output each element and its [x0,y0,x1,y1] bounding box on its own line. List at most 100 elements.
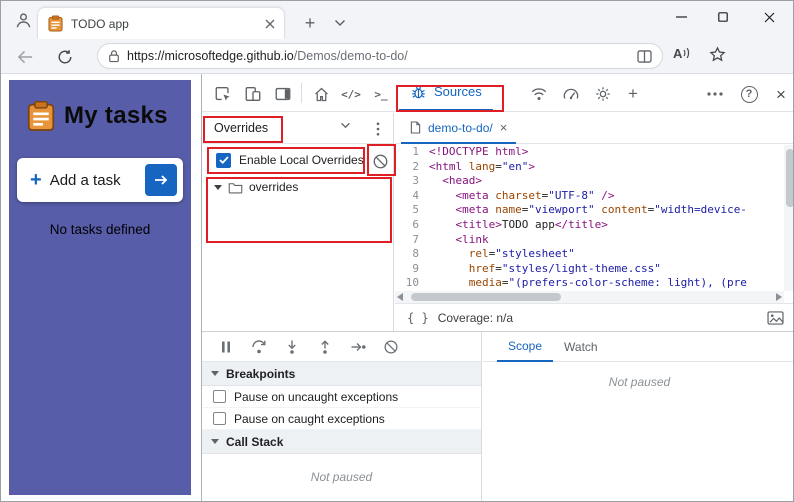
line-number[interactable]: 6 [395,218,429,233]
performance-icon[interactable] [558,81,584,107]
help-icon[interactable]: ? [736,81,762,107]
line-number[interactable]: 4 [395,189,429,204]
vertical-scroll-thumb[interactable] [786,149,793,207]
tasks-panel: My tasks + Add a task No tasks defined [9,80,191,495]
more-options-kebab-icon[interactable] [368,120,388,138]
favorites-star-icon[interactable] [709,46,726,63]
file-tab-demo-to-do[interactable]: demo-to-do/ × [401,113,517,144]
debugger-right-pane: Scope Watch Not paused [483,332,793,501]
tab-sources[interactable]: Sources [399,74,493,111]
pane-selector[interactable]: Overrides [202,113,393,144]
code-line[interactable]: 9 href="styles/light-theme.css" [395,262,784,277]
devtools-panel: </> >_ Sources + ? × Overrides Enable Lo… [201,74,793,501]
line-number[interactable]: 3 [395,174,429,189]
pause-caught-row[interactable]: Pause on caught exceptions [202,408,481,430]
line-number[interactable]: 8 [395,247,429,262]
pause-caught-checkbox[interactable] [213,412,226,425]
dock-side-icon[interactable] [270,81,296,107]
callstack-section-header[interactable]: Call Stack [202,430,481,454]
enable-overrides-row: Enable Local Overrides [202,144,393,176]
file-tab-label: demo-to-do/ [428,120,493,135]
more-menu-icon[interactable] [702,81,728,107]
help-glyph: ? [740,85,758,103]
new-tab-button[interactable]: + [297,10,323,36]
pause-uncaught-checkbox[interactable] [213,390,226,403]
code-line[interactable]: 8 rel="stylesheet" [395,247,784,262]
profile-button[interactable] [11,8,35,32]
sources-bug-icon [410,83,427,100]
code-lines: 1 <!DOCTYPE html> 2 <html lang="en"> 3 <head… [395,145,784,291]
line-number[interactable]: 10 [395,276,429,291]
code-text: media="(prefers-color-scheme: light), (p… [468,276,747,290]
tab-scope[interactable]: Scope [497,332,554,362]
window-maximize-button[interactable] [703,1,743,33]
refresh-button[interactable] [53,45,77,69]
browser-toolbar: https://microsoftedge.github.io/Demos/de… [1,39,793,74]
tab-list-chevron-icon[interactable] [329,12,351,34]
line-number[interactable]: 2 [395,160,429,175]
code-line[interactable]: 2 <html lang="en"> [395,160,784,175]
split-screen-icon[interactable] [637,49,652,63]
address-bar[interactable]: https://microsoftedge.github.io/Demos/de… [97,43,663,69]
elements-tool-icon[interactable]: </> [338,81,364,107]
scroll-right-icon[interactable] [776,293,782,301]
back-button[interactable] [13,45,37,69]
welcome-home-icon[interactable] [308,81,334,107]
code-line[interactable]: 4 <meta charset="UTF-8" /> [395,189,784,204]
code-text: <html lang="en"> [429,159,535,173]
window-close-button[interactable] [745,1,793,33]
step-icon[interactable] [348,337,368,357]
code-line[interactable]: 3 <head> [395,174,784,189]
file-tab-close-icon[interactable]: × [500,121,508,134]
window-minimize-button[interactable] [661,1,701,33]
step-over-icon[interactable] [249,337,269,357]
scroll-left-icon[interactable] [397,293,403,301]
toolbar-separator [301,83,302,103]
breakpoints-title: Breakpoints [226,366,296,381]
breakpoints-section-header[interactable]: Breakpoints [202,362,481,386]
tasks-header: My tasks [9,80,191,132]
line-number[interactable]: 7 [395,233,429,248]
console-tool-icon[interactable]: >_ [368,81,394,107]
disclosure-triangle-icon[interactable] [214,184,222,190]
vertical-scrollbar[interactable] [784,145,793,291]
settings-gear-icon[interactable] [590,81,616,107]
line-number[interactable]: 9 [395,262,429,277]
more-tools-plus-icon[interactable]: + [620,81,646,107]
section-triangle-icon [211,371,219,376]
pause-icon[interactable] [216,337,236,357]
enable-overrides-checkbox[interactable] [216,152,231,168]
add-task-submit-button[interactable] [145,164,177,196]
horizontal-scroll-thumb[interactable] [411,293,561,301]
chevron-down-icon[interactable] [340,122,351,129]
browser-tab[interactable]: TODO app [37,7,285,39]
device-emulation-icon[interactable] [240,81,266,107]
tab-close-icon[interactable] [264,18,276,30]
network-conditions-icon[interactable] [526,81,552,107]
close-devtools-icon[interactable]: × [768,81,793,107]
clipboard-icon [27,100,55,132]
deactivate-breakpoints-icon[interactable] [381,337,401,357]
step-out-icon[interactable] [315,337,335,357]
code-line[interactable]: 10 media="(prefers-color-scheme: light),… [395,276,784,291]
inspect-element-icon[interactable] [210,81,236,107]
image-icon[interactable] [767,310,784,325]
code-line[interactable]: 6 <title>TODO app</title> [395,218,784,233]
code-line[interactable]: 5 <meta name="viewport" content="width=d… [395,203,784,218]
add-task-button[interactable]: + Add a task [17,158,183,202]
pause-uncaught-row[interactable]: Pause on uncaught exceptions [202,386,481,408]
callstack-title: Call Stack [226,434,284,449]
clear-overrides-icon[interactable] [369,150,391,172]
code-text: href="styles/light-theme.css" [468,261,661,275]
step-into-icon[interactable] [282,337,302,357]
pretty-print-icon[interactable]: { } [407,311,429,325]
overrides-folder-row[interactable]: overrides [202,176,393,198]
line-number[interactable]: 5 [395,203,429,218]
todo-app-favicon [48,15,63,32]
horizontal-scrollbar[interactable] [395,291,784,303]
code-line[interactable]: 1 <!DOCTYPE html> [395,145,784,160]
code-line[interactable]: 7 <link [395,233,784,248]
tab-watch[interactable]: Watch [553,332,609,362]
read-aloud-button[interactable]: A [673,46,690,61]
line-number[interactable]: 1 [395,145,429,160]
